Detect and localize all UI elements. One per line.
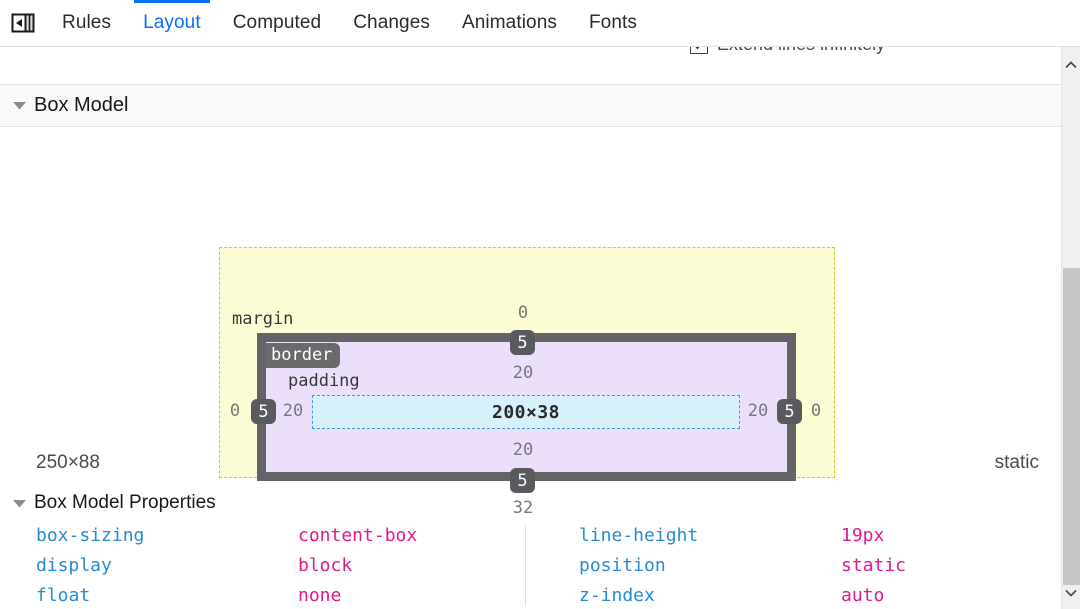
property-value[interactable]: none (298, 585, 525, 606)
margin-top-value[interactable]: 0 (506, 303, 540, 323)
tab-fonts[interactable]: Fonts (573, 0, 653, 46)
tab-label: Rules (62, 12, 112, 33)
margin-bottom-value[interactable]: 32 (506, 498, 540, 518)
property-name[interactable]: line-height (579, 525, 841, 546)
content-dimensions-label: 200×38 (491, 401, 561, 423)
tab-label: Layout (143, 12, 201, 33)
property-name[interactable]: float (36, 585, 298, 606)
border-region-label: border (265, 343, 341, 368)
box-model-properties-title: Box Model Properties (34, 492, 216, 513)
property-value[interactable]: auto (841, 585, 1050, 606)
tab-layout[interactable]: Layout (127, 0, 217, 46)
tab-changes[interactable]: Changes (337, 0, 446, 46)
padding-top-value[interactable]: 20 (506, 363, 540, 383)
margin-region-label: margin (232, 309, 294, 329)
tab-label: Computed (232, 12, 322, 33)
tab-label: Animations (461, 12, 557, 33)
vertical-scrollbar[interactable] (1061, 47, 1080, 609)
property-name[interactable]: box-sizing (36, 525, 298, 546)
padding-left-value[interactable]: 20 (282, 401, 304, 421)
border-top-value[interactable]: 5 (510, 330, 535, 355)
tab-label: Fonts (588, 12, 637, 33)
chevron-up-icon[interactable] (1062, 55, 1080, 75)
border-left-value[interactable]: 5 (251, 399, 276, 424)
margin-left-value[interactable]: 0 (228, 401, 242, 421)
scrollbar-thumb[interactable] (1063, 268, 1080, 585)
box-model-title: Box Model (34, 94, 129, 116)
chevron-down-icon[interactable] (13, 499, 26, 508)
property-name[interactable]: z-index (579, 585, 841, 606)
property-name[interactable]: display (36, 555, 298, 576)
tab-label: Changes (353, 12, 430, 33)
tab-animations[interactable]: Animations (446, 0, 573, 46)
element-position-value: static (994, 452, 1039, 473)
toggle-sidebar-icon[interactable] (0, 0, 46, 46)
box-model-content-region[interactable]: 200×38 (312, 395, 740, 429)
property-value[interactable]: content-box (298, 525, 525, 546)
tab-computed[interactable]: Computed (217, 0, 337, 46)
extend-lines-infinitely-option[interactable]: Extend lines infinitely (690, 47, 885, 55)
grid-settings-row: Extend lines infinitely (0, 47, 1061, 85)
margin-right-value[interactable]: 0 (809, 401, 823, 421)
property-value[interactable]: static (841, 555, 1050, 576)
extend-lines-label: Extend lines infinitely (717, 47, 885, 55)
box-model-summary-row: 250×88 static (0, 439, 1061, 487)
property-value[interactable]: 19px (841, 525, 1050, 546)
padding-right-value[interactable]: 20 (747, 401, 769, 421)
tablist: Rules Layout Computed Changes Animations… (46, 0, 653, 46)
chevron-down-icon[interactable] (13, 101, 26, 110)
property-name[interactable]: position (579, 555, 841, 576)
devtools-toolbar: Rules Layout Computed Changes Animations… (0, 0, 1080, 47)
chevron-down-icon[interactable] (1062, 583, 1080, 603)
border-right-value[interactable]: 5 (777, 399, 802, 424)
box-model-diagram: 200×38 margin border padding 0 5 20 20 5… (0, 127, 1061, 518)
property-value[interactable]: block (298, 555, 525, 576)
element-size-value: 250×88 (36, 452, 100, 473)
extend-lines-checkbox[interactable] (690, 47, 708, 54)
box-model-properties-grid: box-sizing content-box display block flo… (0, 519, 1061, 606)
box-model-section-header[interactable]: Box Model (0, 85, 1061, 127)
devtools-layout-panel: Rules Layout Computed Changes Animations… (0, 0, 1080, 609)
padding-region-label: padding (288, 371, 360, 391)
layout-panel-content: Extend lines infinitely Box Model 200×38… (0, 47, 1061, 609)
properties-column-left: box-sizing content-box display block flo… (0, 525, 525, 606)
properties-column-right: line-height 19px position static z-index… (525, 525, 1050, 606)
tab-rules[interactable]: Rules (46, 0, 127, 46)
